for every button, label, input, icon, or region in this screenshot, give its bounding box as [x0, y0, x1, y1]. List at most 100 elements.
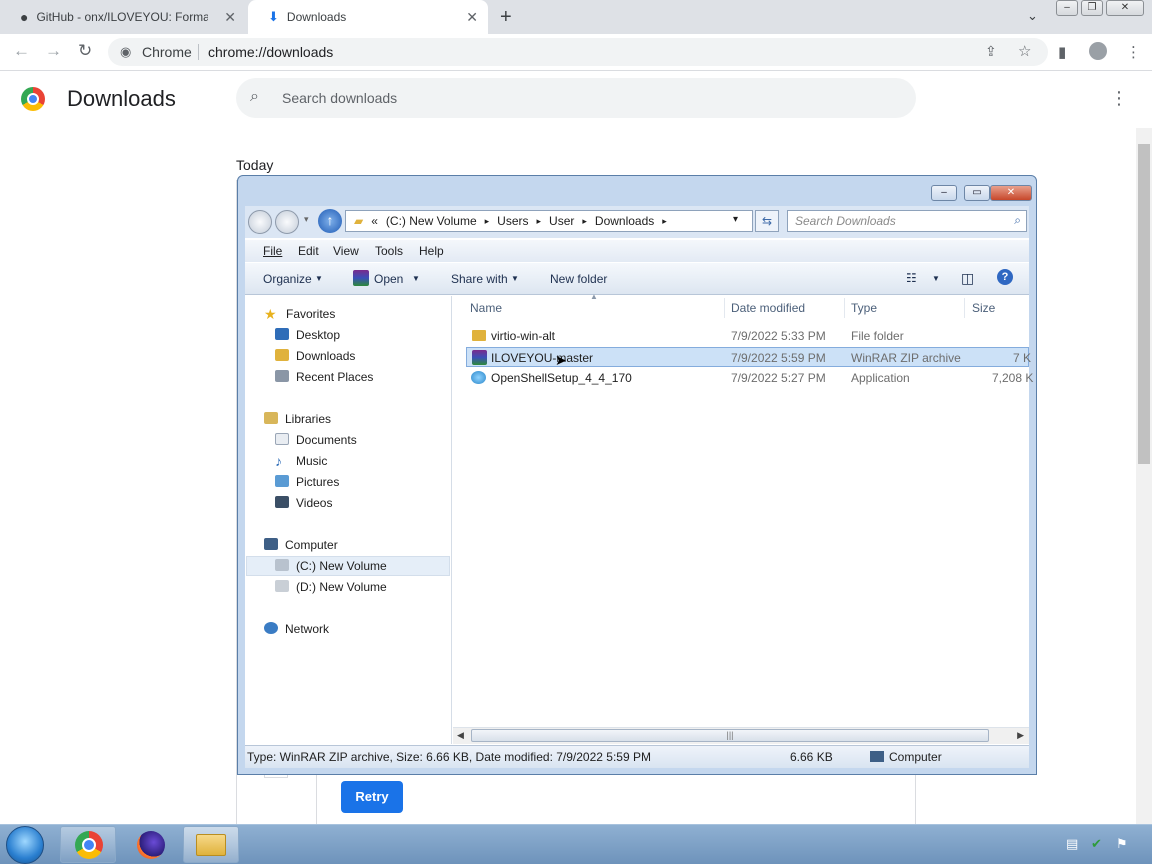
page-scrollbar-thumb[interactable] [1138, 144, 1150, 464]
file-row[interactable]: virtio-win-alt 7/9/2022 5:33 PM File fol… [466, 326, 1029, 346]
chevron-down-icon[interactable]: ▼ [932, 274, 940, 283]
new-tab-button[interactable]: + [500, 6, 512, 29]
breadcrumb-separator-icon[interactable]: ▸ [582, 216, 587, 227]
winrar-icon [472, 350, 487, 365]
column-separator[interactable] [964, 298, 965, 318]
refresh-icon[interactable]: ⇆ [755, 210, 779, 232]
omnibox[interactable]: ◉ Chrome chrome://downloads ⇪ ☆ [108, 38, 1048, 66]
nav-d-drive[interactable]: (D:) New Volume [275, 577, 387, 597]
close-tab-icon[interactable]: ✕ [224, 9, 236, 26]
nav-recent-places[interactable]: Recent Places [275, 367, 373, 387]
menu-edit[interactable]: Edit [298, 244, 319, 258]
nav-network[interactable]: Network [264, 619, 329, 639]
column-size[interactable]: Size [972, 301, 995, 315]
forward-icon[interactable] [275, 210, 299, 234]
view-options-icon[interactable]: ☷ [906, 271, 917, 285]
column-separator[interactable] [844, 298, 845, 318]
omnibox-url[interactable]: chrome://downloads [208, 44, 333, 60]
file-name: virtio-win-alt [491, 329, 556, 343]
tray-security-icon[interactable]: ✔ [1091, 836, 1102, 852]
downloads-search-input[interactable]: ⌕ Search downloads [236, 78, 916, 118]
bookmark-star-icon[interactable]: ☆ [1018, 42, 1031, 60]
explorer-close-button[interactable]: ✕ [990, 185, 1032, 201]
file-row-selected[interactable]: ILOVEYOU-master 7/9/2022 5:59 PM WinRAR … [466, 347, 1031, 368]
menu-help[interactable]: Help [419, 244, 444, 258]
organize-button[interactable]: Organize [263, 272, 312, 286]
profile-avatar-icon[interactable] [1089, 42, 1107, 60]
chrome-menu-icon[interactable]: ⋮ [1126, 43, 1141, 61]
nav-pictures[interactable]: Pictures [275, 472, 339, 492]
taskbar-explorer-button[interactable] [183, 826, 239, 863]
file-row[interactable]: OpenShellSetup_4_4_170 7/9/2022 5:27 PM … [466, 368, 1033, 388]
forward-icon[interactable]: → [45, 41, 62, 61]
start-button[interactable] [6, 826, 44, 864]
explorer-minimize-button[interactable]: – [931, 185, 957, 201]
back-icon[interactable] [248, 210, 272, 234]
horizontal-scrollbar-thumb[interactable]: ||| [471, 729, 989, 742]
history-chevron-icon[interactable]: ▾ [304, 214, 309, 225]
preview-pane-icon[interactable]: ◫ [961, 270, 974, 287]
nav-music[interactable]: ♪ Music [275, 451, 327, 471]
breadcrumb-user[interactable]: User [549, 214, 574, 228]
tab-search-chevron-icon[interactable]: ⌄ [1027, 8, 1038, 24]
side-panel-icon[interactable]: ▮ [1058, 43, 1066, 61]
menu-view[interactable]: View [333, 244, 359, 258]
nav-libraries[interactable]: Libraries [264, 409, 331, 429]
nav-favorites[interactable]: ★ Favorites [264, 304, 335, 324]
scroll-right-icon[interactable]: ▶ [1017, 730, 1024, 741]
maximize-button[interactable]: ❐ [1081, 0, 1103, 16]
column-separator[interactable] [724, 298, 725, 318]
nav-computer[interactable]: Computer [264, 535, 338, 555]
breadcrumb[interactable]: ▰ « (C:) New Volume ▸ Users ▸ User ▸ Dow… [345, 210, 753, 232]
address-dropdown-icon[interactable]: ▾ [733, 214, 738, 225]
nav-label: Recent Places [296, 370, 374, 384]
breadcrumb-users[interactable]: Users [497, 214, 528, 228]
breadcrumb-overflow[interactable]: « [371, 214, 378, 228]
breadcrumb-separator-icon[interactable]: ▸ [537, 216, 542, 227]
nav-downloads[interactable]: Downloads [275, 346, 355, 366]
column-type[interactable]: Type [851, 301, 877, 315]
column-name[interactable]: Name [470, 301, 502, 315]
retry-button[interactable]: Retry [341, 781, 403, 813]
breadcrumb-downloads[interactable]: Downloads [595, 214, 654, 228]
tray-document-icon[interactable]: ▤ [1066, 836, 1078, 852]
scroll-left-icon[interactable]: ◀ [457, 730, 464, 741]
back-icon[interactable]: ← [13, 41, 30, 61]
explorer-maximize-button[interactable]: ▭ [964, 185, 990, 201]
menu-file[interactable]: File [263, 244, 282, 258]
file-date: 7/9/2022 5:33 PM [731, 329, 826, 343]
breadcrumb-separator-icon[interactable]: ▸ [485, 216, 490, 227]
nav-documents[interactable]: Documents [275, 430, 357, 450]
taskbar-chrome-button[interactable] [60, 826, 116, 863]
breadcrumb-separator-icon[interactable]: ▸ [662, 216, 667, 227]
column-date-modified[interactable]: Date modified [731, 301, 805, 315]
tray-flag-icon[interactable]: ⚑ [1116, 836, 1128, 852]
nav-label: Videos [296, 496, 333, 510]
nav-desktop[interactable]: Desktop [275, 325, 340, 345]
menu-tools[interactable]: Tools [375, 244, 403, 258]
nav-c-drive[interactable]: (C:) New Volume [275, 556, 387, 576]
close-tab-icon[interactable]: ✕ [466, 9, 478, 26]
share-with-button[interactable]: Share with [451, 272, 508, 286]
reload-icon[interactable]: ↻ [78, 41, 92, 61]
pictures-icon [275, 475, 289, 487]
explorer-menu-bar: File Edit View Tools Help [245, 240, 1029, 262]
file-date: 7/9/2022 5:59 PM [731, 351, 826, 365]
up-folder-icon[interactable]: ↑ [318, 209, 342, 233]
nav-label: (D:) New Volume [296, 580, 387, 594]
breadcrumb-c-drive[interactable]: (C:) New Volume [386, 214, 477, 228]
close-window-button[interactable]: ✕ [1106, 0, 1144, 16]
tab-downloads[interactable]: ⬇ Downloads ✕ [248, 0, 488, 34]
open-button[interactable]: Open [374, 272, 403, 286]
help-icon[interactable]: ? [997, 269, 1013, 285]
explorer-search-input[interactable]: Search Downloads ⌕ [787, 210, 1027, 232]
minimize-button[interactable]: – [1056, 0, 1078, 16]
nav-videos[interactable]: Videos [275, 493, 332, 513]
taskbar-firefox-button[interactable] [122, 826, 178, 863]
new-folder-button[interactable]: New folder [550, 272, 607, 286]
music-icon: ♪ [275, 453, 282, 469]
tab-github[interactable]: ● GitHub - onx/ILOVEYOU: Formatt ✕ [0, 0, 246, 34]
share-icon[interactable]: ⇪ [985, 43, 997, 60]
downloads-menu-icon[interactable]: ⋮ [1110, 88, 1128, 109]
explorer-folder-icon [196, 834, 226, 856]
